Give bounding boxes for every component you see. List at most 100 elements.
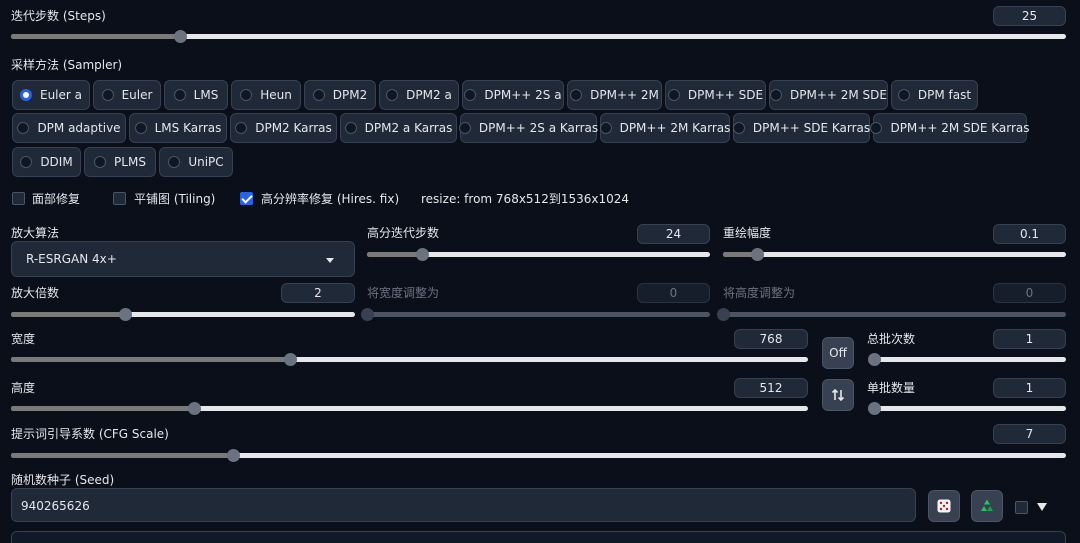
hires-steps-slider-thumb[interactable]	[415, 248, 429, 261]
tiling-checkbox[interactable]	[113, 192, 126, 205]
radio-dot	[386, 89, 399, 101]
sampler-option-label: DDIM	[40, 155, 73, 169]
width-slider[interactable]	[11, 353, 808, 366]
recycle-icon	[981, 499, 993, 511]
radio-dot	[770, 89, 782, 101]
sampler-option-label: DPM++ 2S a Karras	[478, 121, 599, 135]
sampler-option-dpmpp-2s-a-karras[interactable]: DPM++ 2S a Karras	[458, 113, 599, 143]
swap-dimensions-button[interactable]	[822, 379, 854, 411]
radio-dot	[17, 122, 30, 134]
radio-dot	[168, 156, 181, 168]
resize-height-input[interactable]: 0	[993, 283, 1066, 303]
sampler-option-dpm-adaptive[interactable]: DPM adaptive	[12, 113, 126, 143]
sampler-option-dpm-fast[interactable]: DPM fast	[891, 80, 978, 110]
sampler-option-dpmpp-2m-karras[interactable]: DPM++ 2M Karras	[599, 113, 730, 143]
radio-dot	[897, 89, 910, 101]
sampler-option-label: Euler	[121, 88, 153, 102]
sampler-option-unipc[interactable]: UniPC	[159, 147, 233, 177]
radio-dot	[464, 89, 477, 101]
sampler-option-lms[interactable]: LMS	[164, 80, 228, 110]
sampler-option-dpmpp-2m-sde[interactable]: DPM++ 2M SDE	[769, 80, 888, 110]
sampler-option-label: DPM2 a Karras	[364, 121, 453, 135]
swap-vertical-icon	[831, 388, 845, 402]
dice-icon	[937, 499, 951, 513]
off-label: Off	[829, 346, 847, 360]
sampler-option-label: DPM fast	[917, 88, 972, 102]
hires-steps-slider[interactable]	[367, 248, 710, 261]
seed-input[interactable]: 940265626	[11, 488, 916, 522]
height-slider[interactable]	[11, 402, 808, 415]
cfg-slider[interactable]	[11, 449, 1066, 462]
radio-dot	[570, 89, 583, 101]
hires-steps-input[interactable]: 24	[637, 224, 710, 244]
denoise-input[interactable]: 0.1	[993, 224, 1066, 244]
denoise-slider[interactable]	[723, 248, 1066, 261]
upscale-by-slider[interactable]	[11, 308, 355, 321]
sampler-option-lms-karras[interactable]: LMS Karras	[129, 113, 227, 143]
sampler-option-dpmpp-2s-a[interactable]: DPM++ 2S a	[462, 80, 564, 110]
denoise-slider-thumb[interactable]	[751, 248, 765, 261]
cfg-input[interactable]: 7	[993, 424, 1066, 444]
steps-slider[interactable]	[11, 30, 1066, 43]
reuse-seed-button[interactable]	[971, 490, 1003, 522]
sampler-option-euler[interactable]: Euler	[93, 80, 161, 110]
sampler-option-heun[interactable]: Heun	[231, 80, 301, 110]
sampler-option-label: DPM2 Karras	[255, 121, 332, 135]
sampler-option-dpmpp-2m[interactable]: DPM++ 2M	[567, 80, 662, 110]
face-restore-checkbox[interactable]	[12, 192, 25, 205]
resize-height-slider[interactable]	[717, 308, 1066, 321]
height-input[interactable]: 512	[734, 378, 808, 398]
upscaler-label: 放大算法	[11, 226, 60, 240]
sampler-option-euler-a[interactable]: Euler a	[12, 80, 90, 110]
radio-dot	[667, 89, 680, 101]
radio-dot	[134, 122, 147, 134]
sampler-option-dpmpp-sde-karras[interactable]: DPM++ SDE Karras	[732, 113, 870, 143]
radio-dot	[19, 89, 32, 101]
radio-dot	[458, 122, 471, 134]
batch-size-slider-thumb[interactable]	[868, 402, 881, 415]
steps-input[interactable]: 25	[993, 6, 1066, 26]
triangle-down-icon[interactable]	[1037, 503, 1047, 511]
radio-dot	[344, 122, 357, 134]
sampler-option-dpm2[interactable]: DPM2	[304, 80, 376, 110]
width-input[interactable]: 768	[734, 329, 808, 349]
steps-label: 迭代步数 (Steps)	[11, 9, 106, 23]
height-slider-thumb[interactable]	[188, 402, 202, 415]
batch-size-slider[interactable]	[868, 402, 1066, 415]
width-label: 宽度	[11, 332, 36, 346]
resize-width-slider-thumb[interactable]	[361, 308, 374, 321]
upscale-by-slider-thumb[interactable]	[118, 308, 132, 321]
width-slider-thumb[interactable]	[283, 353, 297, 366]
cfg-slider-thumb[interactable]	[226, 449, 240, 462]
height-label: 高度	[11, 381, 36, 395]
batch-count-slider-thumb[interactable]	[868, 353, 881, 366]
sampler-option-dpmpp-2m-sde-karras[interactable]: DPM++ 2M SDE Karras	[870, 113, 1030, 143]
batch-count-input[interactable]: 1	[993, 329, 1066, 349]
sampler-option-dpm2-karras[interactable]: DPM2 Karras	[230, 113, 337, 143]
upscale-by-input[interactable]: 2	[281, 283, 355, 303]
cfg-label: 提示词引导系数 (CFG Scale)	[11, 427, 169, 441]
sampler-option-dpm2-a[interactable]: DPM2 a	[379, 80, 459, 110]
sampler-option-dpm2-a-karras[interactable]: DPM2 a Karras	[340, 113, 457, 143]
batch-count-slider[interactable]	[868, 353, 1066, 366]
sampler-option-plms[interactable]: PLMS	[84, 147, 156, 177]
random-seed-button[interactable]	[928, 490, 960, 522]
steps-slider-thumb[interactable]	[173, 30, 187, 43]
extra-seed-checkbox[interactable]	[1015, 501, 1028, 514]
resize-height-slider-thumb[interactable]	[717, 308, 730, 321]
sampler-option-ddim[interactable]: DDIM	[12, 147, 81, 177]
off-button[interactable]: Off	[822, 337, 854, 369]
sampler-label: 采样方法 (Sampler)	[11, 58, 123, 72]
sampler-option-label: DPM2	[332, 88, 368, 102]
batch-size-input[interactable]: 1	[993, 378, 1066, 398]
sampler-option-dpmpp-sde[interactable]: DPM++ SDE	[665, 80, 766, 110]
sampler-option-label: DPM++ 2M SDE	[790, 88, 887, 102]
seed-value: 940265626	[21, 499, 90, 513]
hires-fix-checkbox[interactable]	[240, 192, 253, 205]
batch-count-label: 总批次数	[867, 332, 916, 346]
radio-dot	[20, 156, 33, 168]
batch-size-label: 单批数量	[867, 381, 916, 395]
resize-width-slider[interactable]	[361, 308, 710, 321]
resize-width-input[interactable]: 0	[637, 283, 710, 303]
upscaler-dropdown[interactable]: R-ESRGAN 4x+	[11, 241, 355, 277]
